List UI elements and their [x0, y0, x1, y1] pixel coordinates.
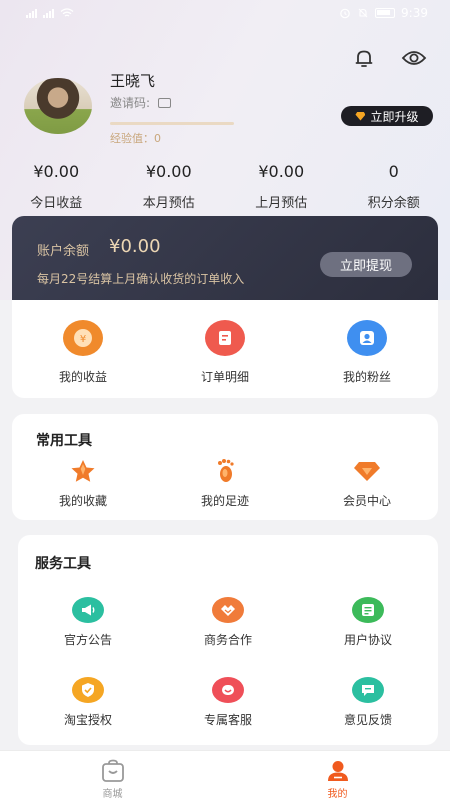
status-time: 9:39	[401, 6, 428, 20]
copy-icon[interactable]	[158, 97, 172, 108]
yuan-icon: ¥	[63, 320, 103, 356]
order-details-label: 订单明细	[200, 370, 249, 384]
stat-value: ¥0.00	[33, 162, 80, 181]
eye-icon[interactable]	[400, 44, 428, 72]
user-agreement-label: 用户协议	[343, 633, 392, 647]
document-icon	[205, 320, 245, 356]
tab-shop[interactable]: 商城	[0, 751, 225, 800]
business-cooperation-label: 商务合作	[203, 633, 252, 647]
service-tools-title: 服务工具	[35, 556, 91, 572]
announcement-link[interactable]: 官方公告	[18, 597, 158, 648]
tab-shop-label: 商城	[102, 789, 123, 800]
service-icon	[212, 677, 244, 703]
balance-label: 账户余额	[37, 244, 90, 259]
battery-icon	[375, 8, 396, 18]
balance-note: 每月22号结算上月确认收货的订单收入	[37, 272, 245, 286]
stat-today[interactable]: ¥0.00 今日收益	[0, 162, 113, 211]
agreement-icon	[352, 597, 384, 623]
wifi-icon	[60, 8, 74, 17]
withdraw-button[interactable]: 立即提现	[320, 252, 412, 277]
favorites-label: 我的收藏	[58, 494, 107, 508]
stat-points[interactable]: 0 积分余额	[338, 162, 450, 211]
stat-label: 今日收益	[30, 196, 83, 211]
member-center-label: 会员中心	[342, 494, 391, 508]
feedback-label: 意见反馈	[343, 713, 392, 727]
megaphone-icon	[72, 597, 104, 623]
announcement-label: 官方公告	[63, 633, 112, 647]
taobao-auth-label: 淘宝授权	[63, 713, 112, 727]
stat-label: 积分余额	[367, 196, 420, 211]
business-cooperation-link[interactable]: 商务合作	[158, 597, 298, 648]
balance-amount: ¥0.00	[109, 236, 161, 257]
common-tools-card: 常用工具 我的收藏 我的足迹 会员中心	[12, 414, 438, 520]
star-icon	[68, 458, 98, 484]
feedback-link[interactable]: 意见反馈	[298, 677, 438, 728]
order-details-link[interactable]: 订单明细	[154, 300, 296, 398]
status-bar: 9:39	[0, 0, 450, 26]
alarm-icon	[340, 8, 350, 19]
avatar[interactable]	[24, 78, 92, 134]
signal-icon	[43, 8, 54, 18]
taobao-auth-link[interactable]: 淘宝授权	[18, 677, 158, 728]
exp-label: 经验值：0	[110, 132, 161, 145]
tab-mine[interactable]: 我的	[225, 751, 450, 800]
customer-service-link[interactable]: 专属客服	[158, 677, 298, 728]
stat-value: 0	[388, 162, 399, 181]
shield-icon	[72, 677, 104, 703]
common-tools-title: 常用工具	[36, 433, 92, 449]
upgrade-button[interactable]: 立即升级	[341, 106, 433, 126]
my-fans-link[interactable]: 我的粉丝	[296, 300, 438, 398]
tab-mine-label: 我的	[327, 789, 348, 800]
member-center-link[interactable]: 会员中心	[296, 458, 438, 509]
service-tools-card: 服务工具 官方公告 商务合作 用户协议 淘宝授权 专属客服 意见反馈	[18, 535, 438, 745]
footprint-icon	[210, 458, 240, 484]
my-earnings-link[interactable]: ¥ 我的收益	[12, 300, 154, 398]
stats-row: ¥0.00 今日收益 ¥0.00 本月预估 ¥0.00 上月预估 0 积分余额	[0, 162, 450, 211]
handshake-icon	[212, 597, 244, 623]
feedback-icon	[352, 677, 384, 703]
footprints-label: 我的足迹	[200, 494, 249, 508]
stat-value: ¥0.00	[258, 162, 305, 181]
footprints-link[interactable]: 我的足迹	[154, 458, 296, 509]
user-agreement-link[interactable]: 用户协议	[298, 597, 438, 648]
my-fans-label: 我的粉丝	[342, 370, 391, 384]
stat-label: 上月预估	[255, 196, 308, 211]
diamond-icon	[352, 458, 382, 484]
quick-links-card: ¥ 我的收益 订单明细 我的粉丝	[12, 300, 438, 398]
invite-label: 邀请码:	[110, 96, 151, 110]
bottom-tab-bar: 商城 我的	[0, 750, 450, 800]
signal-icon	[26, 8, 37, 18]
diamond-icon	[355, 111, 366, 121]
user-icon	[347, 320, 387, 356]
upgrade-label: 立即升级	[370, 109, 419, 124]
shop-bag-icon	[101, 759, 124, 782]
mute-icon	[358, 8, 368, 18]
stat-this-month[interactable]: ¥0.00 本月预估	[113, 162, 226, 211]
exp-progress-bar	[110, 122, 234, 125]
profile-icon	[327, 761, 348, 781]
stat-last-month[interactable]: ¥0.00 上月预估	[225, 162, 338, 211]
svg-text:¥: ¥	[80, 334, 86, 345]
stat-label: 本月预估	[142, 196, 195, 211]
bell-icon[interactable]	[350, 44, 378, 72]
favorites-link[interactable]: 我的收藏	[12, 458, 154, 509]
stat-value: ¥0.00	[145, 162, 192, 181]
customer-service-label: 专属客服	[203, 713, 252, 727]
user-name: 王晓飞	[110, 72, 156, 90]
my-earnings-label: 我的收益	[58, 370, 107, 384]
balance-card: 账户余额 ¥0.00 每月22号结算上月确认收货的订单收入 立即提现	[12, 216, 438, 300]
invite-code: 邀请码:	[110, 94, 172, 111]
